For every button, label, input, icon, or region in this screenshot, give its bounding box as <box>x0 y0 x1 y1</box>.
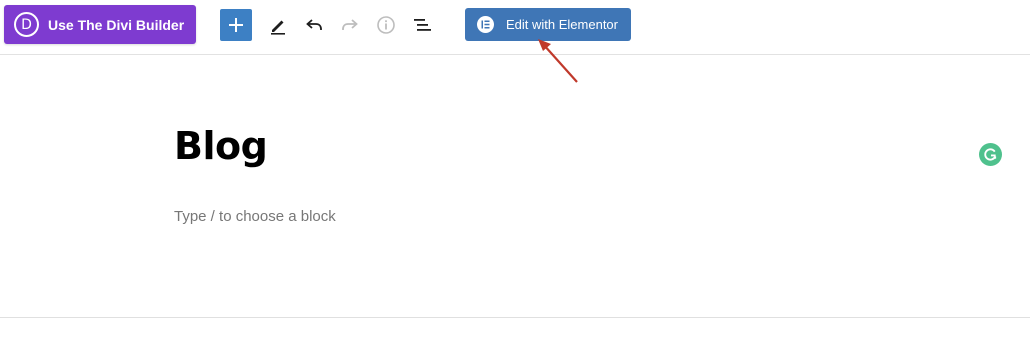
divi-logo-icon: D <box>14 12 39 37</box>
info-icon <box>377 16 395 34</box>
post-title[interactable]: Blog <box>174 124 268 168</box>
annotation-arrow-icon <box>538 39 578 83</box>
undo-icon <box>306 19 322 30</box>
content-divider <box>0 317 1030 318</box>
divi-button-label: Use The Divi Builder <box>48 16 185 33</box>
editor-toolbar: D Use The Divi Builder Edit with Element… <box>0 0 1030 55</box>
add-block-button[interactable] <box>220 9 252 41</box>
elementor-logo-icon <box>477 16 494 33</box>
pencil-icon <box>271 20 285 35</box>
editor-page: D Use The Divi Builder Edit with Element… <box>0 0 1030 339</box>
elementor-button-label: Edit with Elementor <box>506 17 618 32</box>
plus-icon <box>229 18 243 32</box>
block-placeholder[interactable]: Type / to choose a block <box>174 208 336 225</box>
tools-button[interactable] <box>262 9 294 41</box>
undo-button[interactable] <box>298 9 330 41</box>
list-view-icon <box>414 19 431 31</box>
list-view-button[interactable] <box>406 9 438 41</box>
redo-icon <box>342 19 358 30</box>
grammarly-icon[interactable] <box>979 143 1002 166</box>
redo-button[interactable] <box>334 9 366 41</box>
details-button[interactable] <box>370 9 402 41</box>
use-divi-builder-button[interactable]: D Use The Divi Builder <box>4 5 196 44</box>
